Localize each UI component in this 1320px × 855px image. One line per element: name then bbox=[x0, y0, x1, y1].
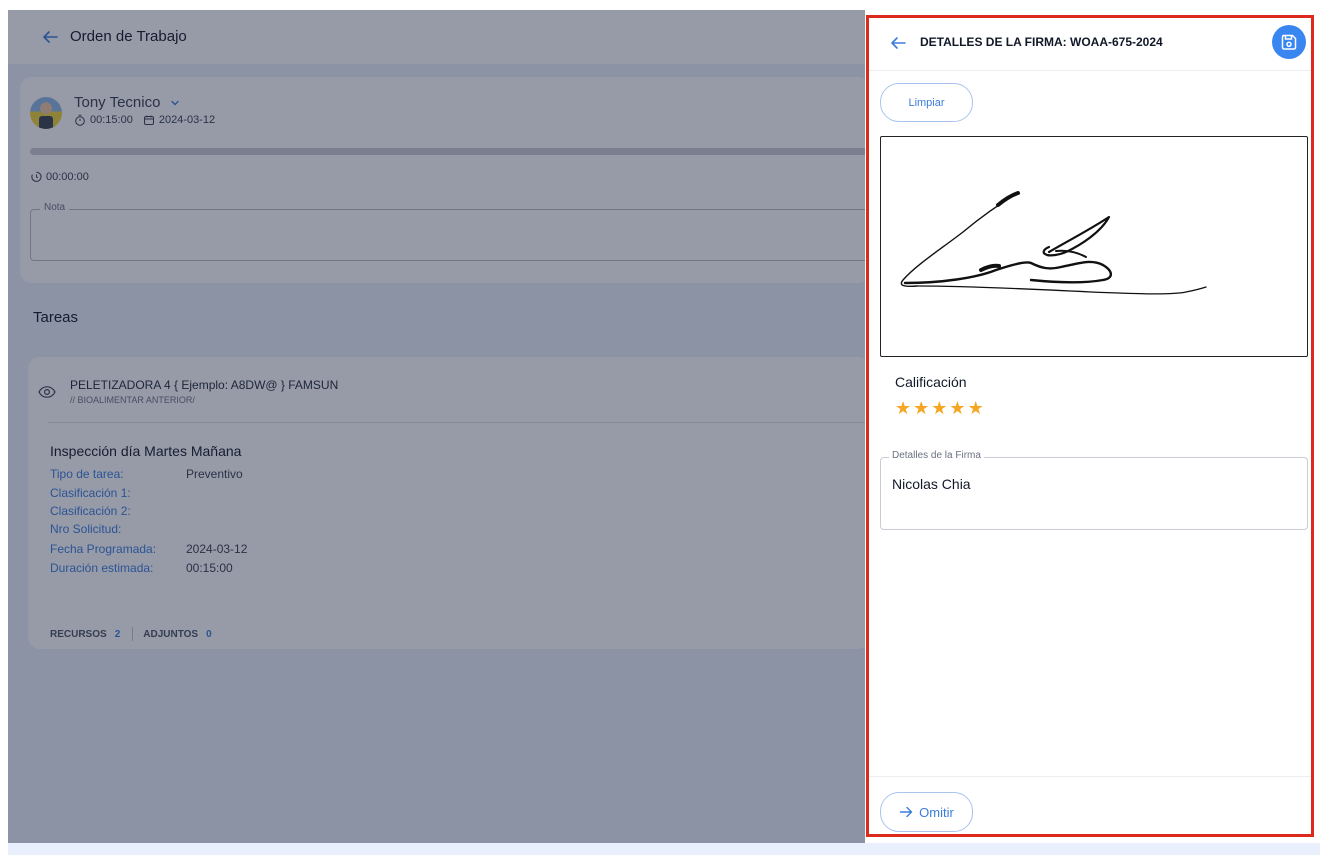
arrow-right-icon bbox=[899, 806, 913, 818]
skip-label: Omitir bbox=[919, 804, 954, 820]
star-icon[interactable]: ★ bbox=[913, 399, 929, 417]
skip-button[interactable]: Omitir bbox=[880, 792, 973, 832]
star-icon[interactable]: ★ bbox=[895, 399, 911, 417]
rating-label: Calificación bbox=[895, 374, 967, 390]
star-icon[interactable]: ★ bbox=[949, 399, 965, 417]
modal-backdrop[interactable] bbox=[8, 10, 865, 843]
clear-signature-button[interactable]: Limpiar bbox=[880, 83, 973, 122]
panel-title: DETALLES DE LA FIRMA: WOAA-675-2024 bbox=[920, 35, 1163, 49]
arrow-left-icon[interactable] bbox=[888, 33, 908, 53]
signature-drawing bbox=[900, 191, 1207, 295]
star-icon[interactable]: ★ bbox=[931, 399, 947, 417]
bottom-strip bbox=[8, 843, 1320, 855]
signature-details-value[interactable]: Nicolas Chia bbox=[892, 476, 971, 492]
signature-details-label: Detalles de la Firma bbox=[889, 450, 984, 461]
rating-stars[interactable]: ★ ★ ★ ★ ★ bbox=[895, 399, 984, 417]
signature-details-field[interactable] bbox=[880, 457, 1308, 530]
save-button[interactable] bbox=[1272, 25, 1306, 59]
signature-details-panel: DETALLES DE LA FIRMA: WOAA-675-2024 Limp… bbox=[866, 15, 1314, 837]
clear-signature-label: Limpiar bbox=[908, 96, 945, 109]
divider bbox=[869, 776, 1311, 777]
signature-canvas[interactable] bbox=[880, 136, 1308, 357]
panel-header: DETALLES DE LA FIRMA: WOAA-675-2024 bbox=[869, 18, 1311, 71]
floppy-disk-icon bbox=[1281, 34, 1297, 50]
star-icon[interactable]: ★ bbox=[968, 399, 984, 417]
